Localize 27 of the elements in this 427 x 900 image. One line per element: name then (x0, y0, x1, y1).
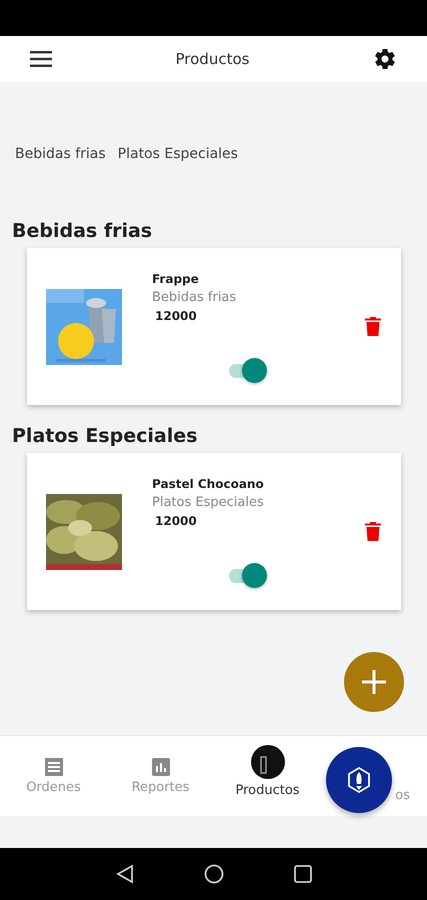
nav-tab[interactable]: Productos (214, 736, 321, 816)
delete-icon[interactable] (365, 522, 381, 541)
list-icon (44, 758, 62, 776)
product-category: Bebidas frias (152, 290, 238, 305)
availability-toggle[interactable] (227, 357, 267, 383)
menu-icon[interactable] (30, 51, 52, 67)
chart-icon (152, 758, 170, 776)
category-filter[interactable]: Platos Especiales (118, 146, 238, 162)
category-filter[interactable]: Bebidas frias (15, 146, 106, 162)
delete-icon[interactable] (365, 317, 381, 336)
section-heading: Platos Especiales (12, 425, 198, 447)
product-category: Platos Especiales (152, 495, 265, 510)
product-price: 12000 (154, 514, 198, 528)
product-name: Frappe (152, 272, 200, 286)
availability-toggle[interactable] (227, 562, 267, 588)
box-icon (250, 744, 284, 778)
back-icon[interactable] (116, 864, 134, 884)
settings-icon[interactable] (372, 47, 397, 71)
product-name: Pastel Chocoano (152, 477, 265, 491)
page-title: Productos (176, 50, 250, 68)
section-heading: Bebidas frias (12, 220, 154, 242)
nav-label: os (395, 788, 410, 803)
plus-icon (362, 670, 386, 694)
product-price: 12000 (154, 309, 198, 323)
home-icon[interactable] (204, 864, 224, 884)
recents-icon[interactable] (294, 865, 312, 883)
rocket-icon (347, 767, 371, 793)
